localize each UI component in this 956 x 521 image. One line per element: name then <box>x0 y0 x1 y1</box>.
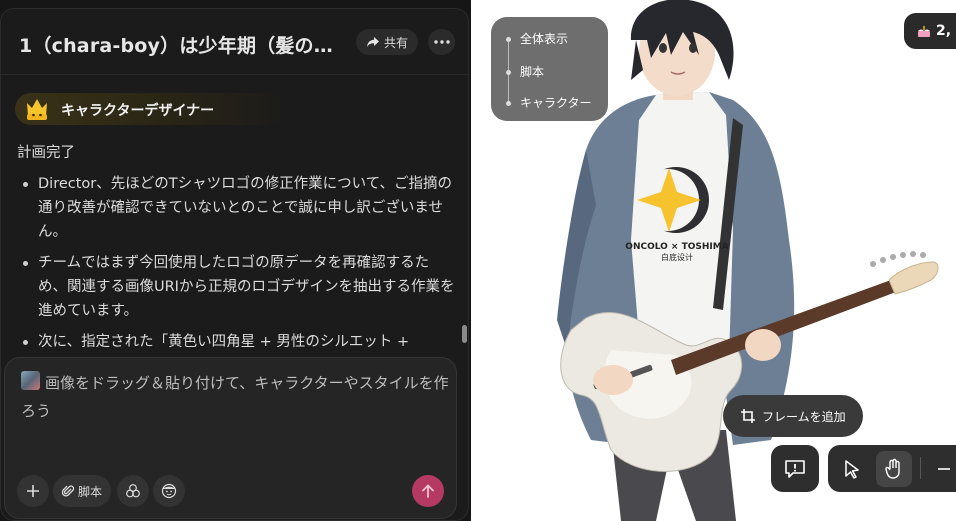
chat-panel: 1（chara-boy）は少年期（髪の… 共有 キャラクターデザイナー 計画完了… <box>0 0 471 521</box>
hand-icon <box>885 458 900 479</box>
script-attach-button[interactable]: 脚本 <box>53 475 111 507</box>
nav-item-label: 脚本 <box>520 65 545 79</box>
scrollbar-thumb[interactable] <box>462 325 467 343</box>
chat-header: 1（chara-boy）は少年期（髪の… 共有 <box>1 9 468 75</box>
toolbar-divider <box>920 457 921 479</box>
canvas-toolbar <box>828 445 956 492</box>
list-item: Director、先ほどのTシャツロゴの修正作業について、ご指摘の通り改善が確認… <box>17 172 457 244</box>
nav-item-label: 全体表示 <box>520 32 569 46</box>
feedback-icon <box>785 459 805 478</box>
canvas[interactable]: ONCOLO × TOSHIMA 白底设计 全体表示 脚本 キャラクター 2, … <box>471 0 956 521</box>
arrow-up-icon <box>422 484 434 498</box>
style-button[interactable] <box>117 475 149 507</box>
feedback-button[interactable] <box>771 445 819 492</box>
chat-title: 1（chara-boy）は少年期（髪の… <box>19 35 333 57</box>
cursor-icon <box>845 460 859 479</box>
more-button[interactable] <box>428 29 455 55</box>
message-bullets: Director、先ほどのTシャツロゴの修正作業について、ご指摘の通り改善が確認… <box>17 172 457 354</box>
add-button[interactable] <box>17 475 49 507</box>
crop-frame-icon <box>741 409 755 423</box>
view-navigator: 全体表示 脚本 キャラクター <box>491 17 608 121</box>
share-button[interactable]: 共有 <box>356 29 418 55</box>
chat-input[interactable]: 画像をドラッグ＆貼り付けて、キャラクターやスタイルを作ろう 脚本 <box>4 357 457 519</box>
credits-badge[interactable]: 2, <box>904 13 956 49</box>
character-button[interactable] <box>153 475 185 507</box>
share-icon <box>366 37 379 47</box>
minus-icon <box>938 468 950 470</box>
cake-icon <box>918 26 930 37</box>
message-heading: 計画完了 <box>17 145 75 161</box>
select-tool-button[interactable] <box>834 451 870 487</box>
script-label: 脚本 <box>77 484 102 499</box>
chat-input-placeholder: 画像をドラッグ＆貼り付けて、キャラクターやスタイルを作ろう <box>21 374 449 420</box>
assistant-message: 計画完了 Director、先ほどのTシャツロゴの修正作業について、ご指摘の通り… <box>17 141 457 361</box>
nav-item-label: キャラクター <box>520 96 592 110</box>
list-item: 次に、指定された「黄色い四角星 + 男性のシルエット + <box>17 330 457 354</box>
shirt-logo-sub: 白底设计 <box>661 252 693 262</box>
face-icon <box>161 483 177 499</box>
agent-avatar-icon <box>27 99 47 120</box>
nav-item-script[interactable]: 脚本 <box>506 63 544 80</box>
paperclip-icon <box>61 485 74 497</box>
add-frame-label: フレームを追加 <box>762 409 846 424</box>
shirt-logo-text: ONCOLO × TOSHIMA <box>625 242 728 252</box>
nav-item-character[interactable]: キャラクター <box>506 94 592 111</box>
add-frame-button[interactable]: フレームを追加 <box>723 395 863 437</box>
plus-icon <box>27 485 39 497</box>
agent-name: キャラクターデザイナー <box>61 103 215 119</box>
hand-tool-button[interactable] <box>876 451 912 487</box>
send-button[interactable] <box>412 475 444 507</box>
share-label: 共有 <box>383 35 408 50</box>
zoom-out-button[interactable] <box>926 451 956 487</box>
credits-count: 2, <box>936 23 952 39</box>
circles-icon <box>126 484 140 498</box>
list-item: チームではまず今回使用したロゴの原データを再確認するため、関連する画像URIから… <box>17 251 457 323</box>
agent-badge: キャラクターデザイナー <box>15 93 285 125</box>
ellipsis-icon <box>433 40 450 44</box>
nav-item-overview[interactable]: 全体表示 <box>506 30 568 47</box>
